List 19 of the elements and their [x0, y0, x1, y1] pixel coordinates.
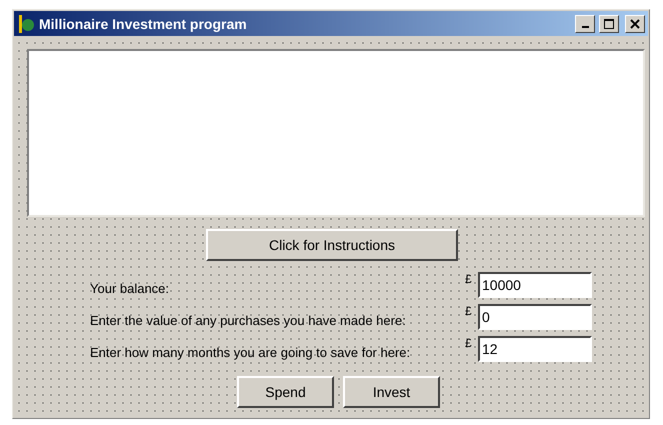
field-label: Your balance: — [90, 281, 170, 296]
field-label: Enter the value of any purchases you have made here: — [90, 313, 407, 328]
input-field[interactable]: 10000 — [478, 272, 592, 298]
currency-symbol: £ — [465, 304, 473, 318]
action-button[interactable]: Spend — [237, 376, 334, 408]
minimize-icon — [582, 26, 588, 28]
currency-symbol: £ — [465, 336, 473, 350]
input-field[interactable]: 0 — [478, 304, 592, 330]
close-icon — [630, 18, 640, 28]
minimize-button[interactable] — [575, 14, 595, 32]
close-button[interactable] — [625, 14, 645, 32]
currency-symbol: £ — [465, 272, 473, 286]
action-button[interactable]: Invest — [343, 376, 440, 408]
input-field[interactable]: 12 — [478, 336, 592, 362]
window-title: Millionaire Investment program — [39, 16, 248, 32]
maximize-icon — [604, 18, 614, 28]
instructions-button[interactable]: Click for Instructions — [206, 229, 458, 261]
field-label: Enter how many months you are going to save for here: — [90, 345, 412, 360]
maximize-button[interactable] — [599, 14, 619, 32]
